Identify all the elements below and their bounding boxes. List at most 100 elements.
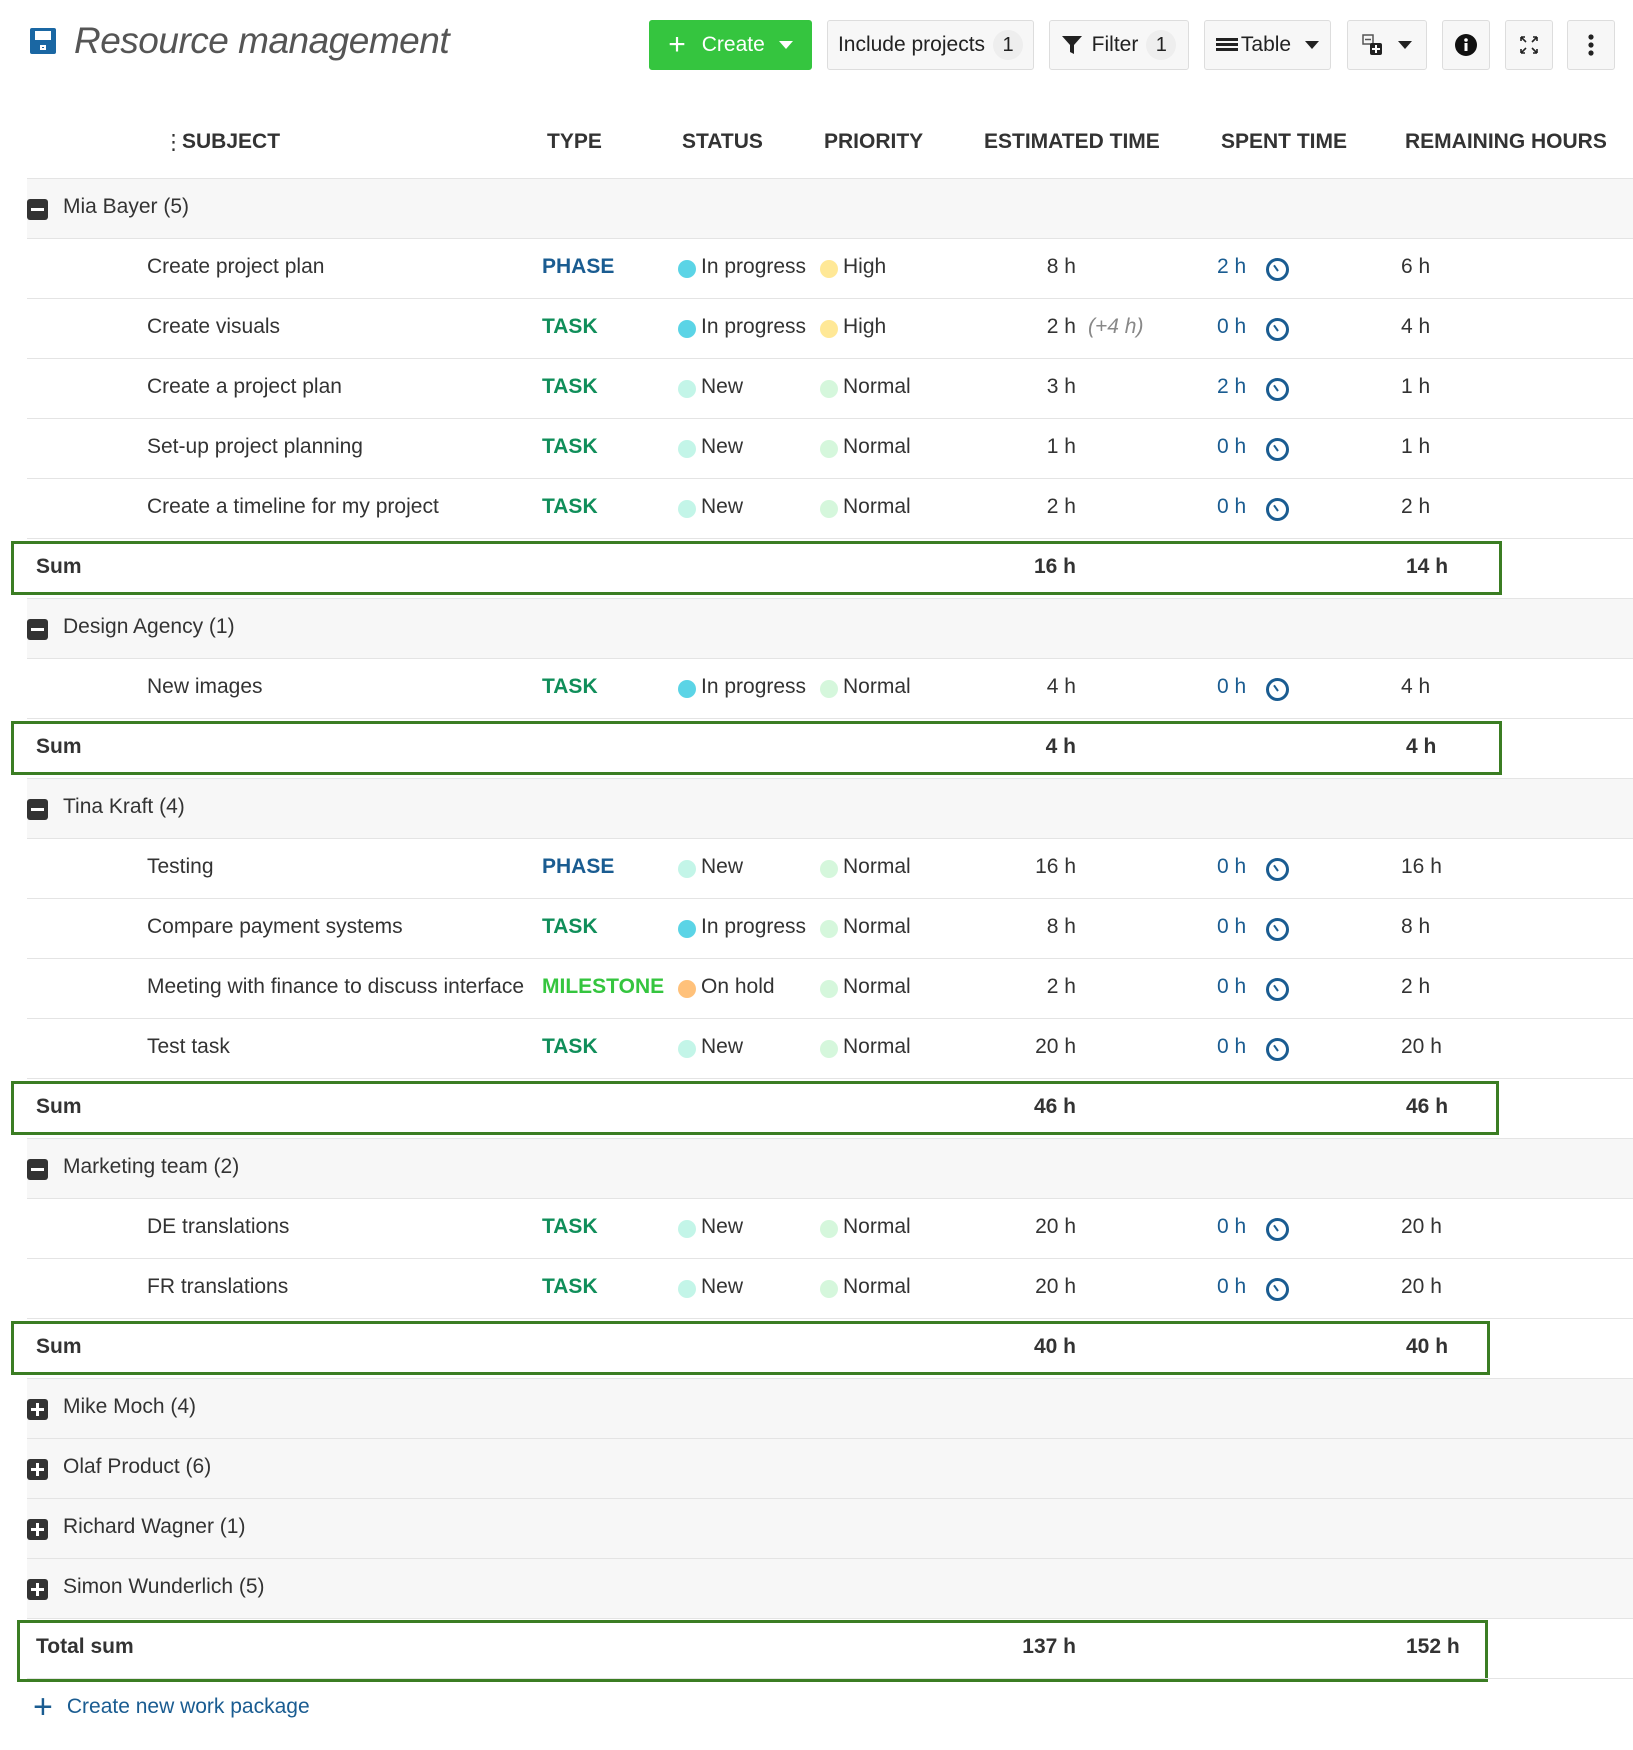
estimated-time-cell[interactable]: 2 h	[1047, 495, 1076, 519]
priority-cell[interactable]: Normal	[843, 495, 911, 519]
estimated-time-cell[interactable]: 20 h	[1035, 1275, 1076, 1299]
collapse-icon[interactable]	[27, 1159, 48, 1180]
table-row[interactable]: DE translations TASK New Normal 20 h 0 h 20 h	[27, 1198, 1633, 1258]
remaining-hours-cell[interactable]: 6 h	[1401, 255, 1430, 279]
spent-time-link[interactable]: 0 h	[1217, 855, 1246, 879]
clock-icon[interactable]	[1266, 858, 1289, 881]
fullscreen-button[interactable]	[1505, 20, 1553, 70]
expand-icon[interactable]	[27, 1579, 48, 1600]
status-cell[interactable]: New	[701, 375, 743, 399]
save-icon[interactable]	[30, 28, 56, 54]
estimated-time-cell[interactable]: 2 h	[1047, 975, 1076, 999]
more-menu-button[interactable]	[1567, 20, 1615, 70]
estimated-time-cell[interactable]: 3 h	[1047, 375, 1076, 399]
remaining-hours-cell[interactable]: 16 h	[1401, 855, 1442, 879]
subject-cell[interactable]: Create a project plan	[147, 375, 342, 399]
estimated-time-cell[interactable]: 8 h	[1047, 915, 1076, 939]
estimated-time-cell[interactable]: 2 h	[1047, 315, 1076, 339]
estimated-time-cell[interactable]: 16 h	[1035, 855, 1076, 879]
group-toggle-button[interactable]	[1347, 20, 1427, 70]
group-row[interactable]: Design Agency (1)	[27, 598, 1633, 658]
clock-icon[interactable]	[1266, 378, 1289, 401]
subject-cell[interactable]: Create project plan	[147, 255, 324, 279]
subject-cell[interactable]: Create a timeline for my project	[147, 495, 439, 519]
spent-time-link[interactable]: 0 h	[1217, 675, 1246, 699]
include-projects-button[interactable]: Include projects 1	[827, 20, 1034, 70]
spent-time-link[interactable]: 2 h	[1217, 375, 1246, 399]
estimated-time-cell[interactable]: 4 h	[1047, 675, 1076, 699]
status-cell[interactable]: New	[701, 495, 743, 519]
spent-time-link[interactable]: 0 h	[1217, 1275, 1246, 1299]
subject-cell[interactable]: FR translations	[147, 1275, 288, 1299]
spent-time-link[interactable]: 0 h	[1217, 1035, 1246, 1059]
status-cell[interactable]: New	[701, 1215, 743, 1239]
column-header-estimated-time[interactable]: ESTIMATED TIME	[984, 130, 1160, 154]
expand-icon[interactable]	[27, 1399, 48, 1420]
remaining-hours-cell[interactable]: 2 h	[1401, 495, 1430, 519]
clock-icon[interactable]	[1266, 918, 1289, 941]
priority-cell[interactable]: Normal	[843, 975, 911, 999]
status-cell[interactable]: New	[701, 855, 743, 879]
expand-icon[interactable]	[27, 1459, 48, 1480]
clock-icon[interactable]	[1266, 1278, 1289, 1301]
column-header-status[interactable]: STATUS	[682, 130, 763, 154]
create-button[interactable]: + Create	[649, 20, 812, 70]
remaining-hours-cell[interactable]: 4 h	[1401, 315, 1430, 339]
estimated-time-cell[interactable]: 20 h	[1035, 1215, 1076, 1239]
subject-cell[interactable]: Test task	[147, 1035, 230, 1059]
priority-cell[interactable]: Normal	[843, 855, 911, 879]
status-cell[interactable]: In progress	[701, 255, 806, 279]
remaining-hours-cell[interactable]: 2 h	[1401, 975, 1430, 999]
spent-time-link[interactable]: 0 h	[1217, 915, 1246, 939]
group-row[interactable]: Mia Bayer (5)	[27, 178, 1633, 238]
collapse-icon[interactable]	[27, 619, 48, 640]
table-row[interactable]: New images TASK In progress Normal 4 h 0 h 4 h	[27, 658, 1633, 718]
priority-cell[interactable]: Normal	[843, 1035, 911, 1059]
priority-cell[interactable]: Normal	[843, 435, 911, 459]
priority-cell[interactable]: Normal	[843, 1215, 911, 1239]
group-row[interactable]: Simon Wunderlich (5)	[27, 1558, 1633, 1618]
table-row[interactable]: Meeting with finance to discuss interfac…	[27, 958, 1633, 1018]
collapse-icon[interactable]	[27, 799, 48, 820]
remaining-hours-cell[interactable]: 20 h	[1401, 1275, 1442, 1299]
table-row[interactable]: Create project plan PHASE In progress High 8…	[27, 238, 1633, 298]
table-row[interactable]: Compare payment systems TASK In progress No…	[27, 898, 1633, 958]
column-header-spent-time[interactable]: SPENT TIME	[1221, 130, 1347, 154]
group-row[interactable]: Marketing team (2)	[27, 1138, 1633, 1198]
subject-cell[interactable]: New images	[147, 675, 263, 699]
details-button[interactable]	[1442, 20, 1490, 70]
remaining-hours-cell[interactable]: 1 h	[1401, 375, 1430, 399]
view-mode-button[interactable]: Table	[1204, 20, 1331, 70]
clock-icon[interactable]	[1266, 318, 1289, 341]
estimated-time-cell[interactable]: 8 h	[1047, 255, 1076, 279]
column-header-subject[interactable]: SUBJECT	[182, 130, 280, 154]
collapse-icon[interactable]	[27, 199, 48, 220]
priority-cell[interactable]: High	[843, 315, 886, 339]
column-header-remaining-hours[interactable]: REMAINING HOURS	[1405, 130, 1607, 154]
column-resize-icon[interactable]: ⋮	[163, 130, 184, 155]
clock-icon[interactable]	[1266, 1218, 1289, 1241]
subject-cell[interactable]: Compare payment systems	[147, 915, 403, 939]
clock-icon[interactable]	[1266, 258, 1289, 281]
spent-time-link[interactable]: 0 h	[1217, 1215, 1246, 1239]
subject-cell[interactable]: DE translations	[147, 1215, 289, 1239]
clock-icon[interactable]	[1266, 978, 1289, 1001]
spent-time-link[interactable]: 0 h	[1217, 975, 1246, 999]
subject-cell[interactable]: Testing	[147, 855, 214, 879]
filter-button[interactable]: Filter 1	[1049, 20, 1189, 70]
status-cell[interactable]: On hold	[701, 975, 775, 999]
subject-cell[interactable]: Set-up project planning	[147, 435, 363, 459]
table-row[interactable]: Set-up project planning TASK New Normal 1 h 0…	[27, 418, 1633, 478]
group-row[interactable]: Mike Moch (4)	[27, 1378, 1633, 1438]
table-row[interactable]: FR translations TASK New Normal 20 h 0 h 20 h	[27, 1258, 1633, 1318]
column-header-priority[interactable]: PRIORITY	[824, 130, 923, 154]
remaining-hours-cell[interactable]: 1 h	[1401, 435, 1430, 459]
clock-icon[interactable]	[1266, 438, 1289, 461]
table-row[interactable]: Testing PHASE New Normal 16 h 0 h 16 h	[27, 838, 1633, 898]
create-work-package-link[interactable]: + Create new work package	[33, 1690, 310, 1724]
status-cell[interactable]: New	[701, 1275, 743, 1299]
remaining-hours-cell[interactable]: 20 h	[1401, 1215, 1442, 1239]
table-row[interactable]: Create a timeline for my project TASK New N…	[27, 478, 1633, 538]
spent-time-link[interactable]: 0 h	[1217, 315, 1246, 339]
table-row[interactable]: Create a project plan TASK New Normal 3 h 2 h…	[27, 358, 1633, 418]
